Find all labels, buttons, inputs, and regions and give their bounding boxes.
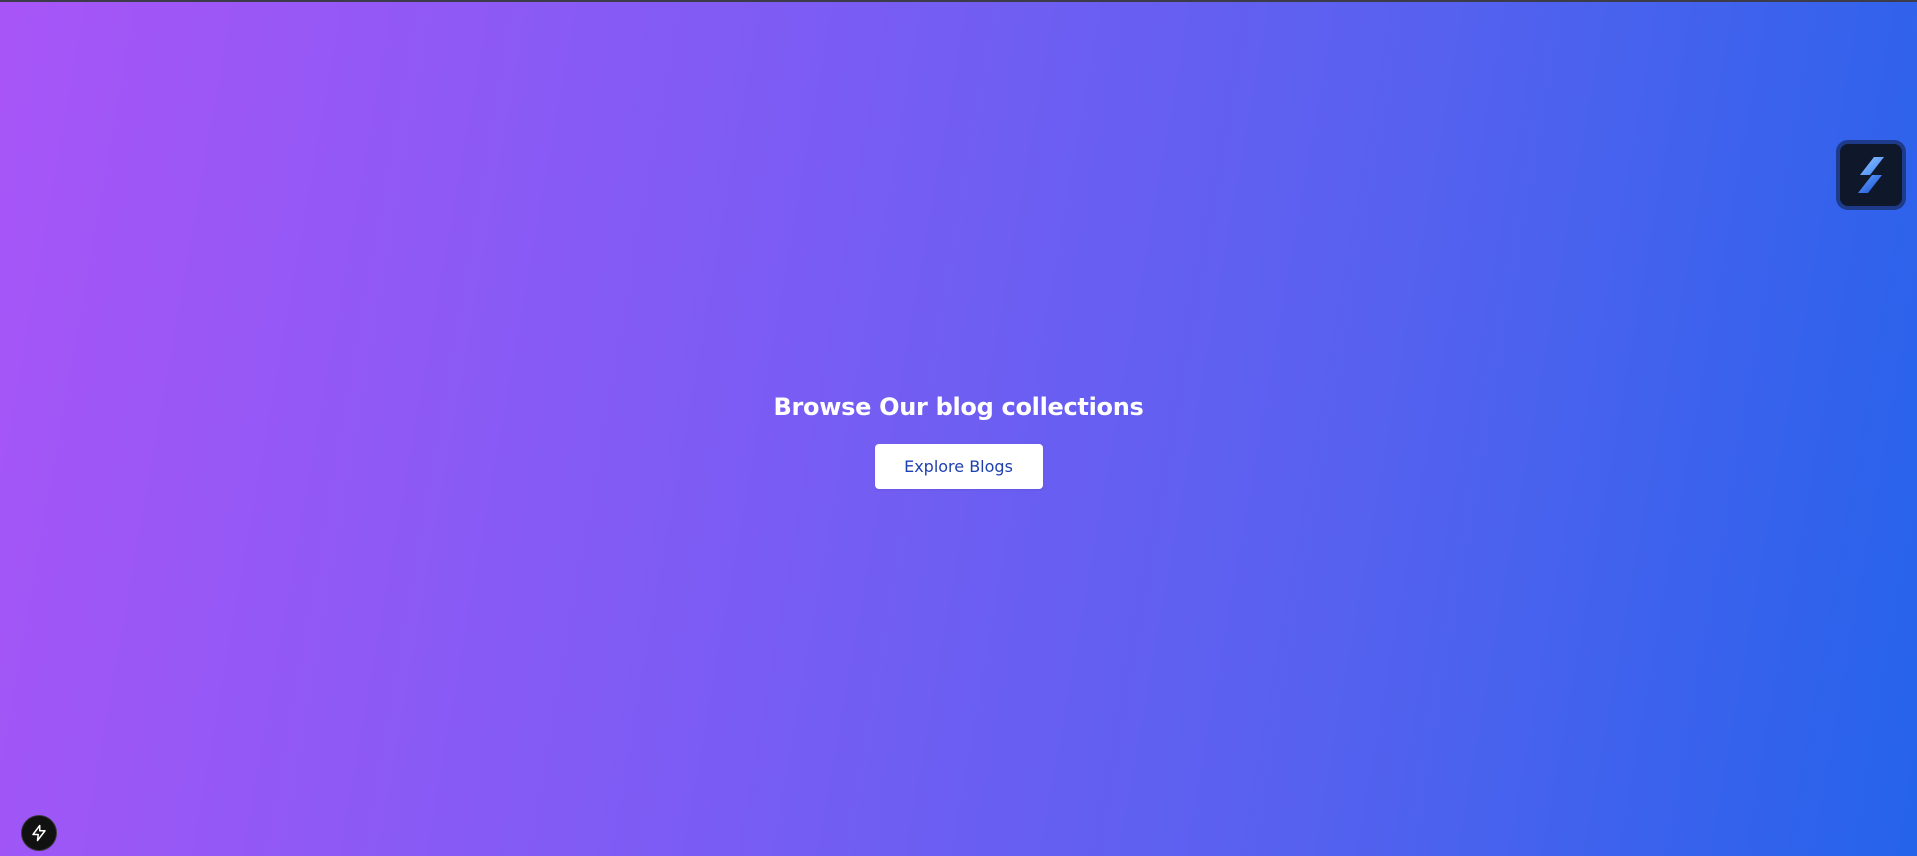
dev-tools-badge[interactable] [21,815,57,851]
hero-content: Browse Our blog collections Explore Blog… [0,390,1917,489]
app-logo-widget[interactable] [1836,140,1906,210]
hero-section: Browse Our blog collections Explore Blog… [0,2,1917,856]
stacked-bars-logo-icon [1858,157,1884,193]
hero-title: Browse Our blog collections [773,393,1144,421]
lightning-bolt-icon [32,824,46,842]
explore-blogs-button[interactable]: Explore Blogs [874,444,1043,489]
